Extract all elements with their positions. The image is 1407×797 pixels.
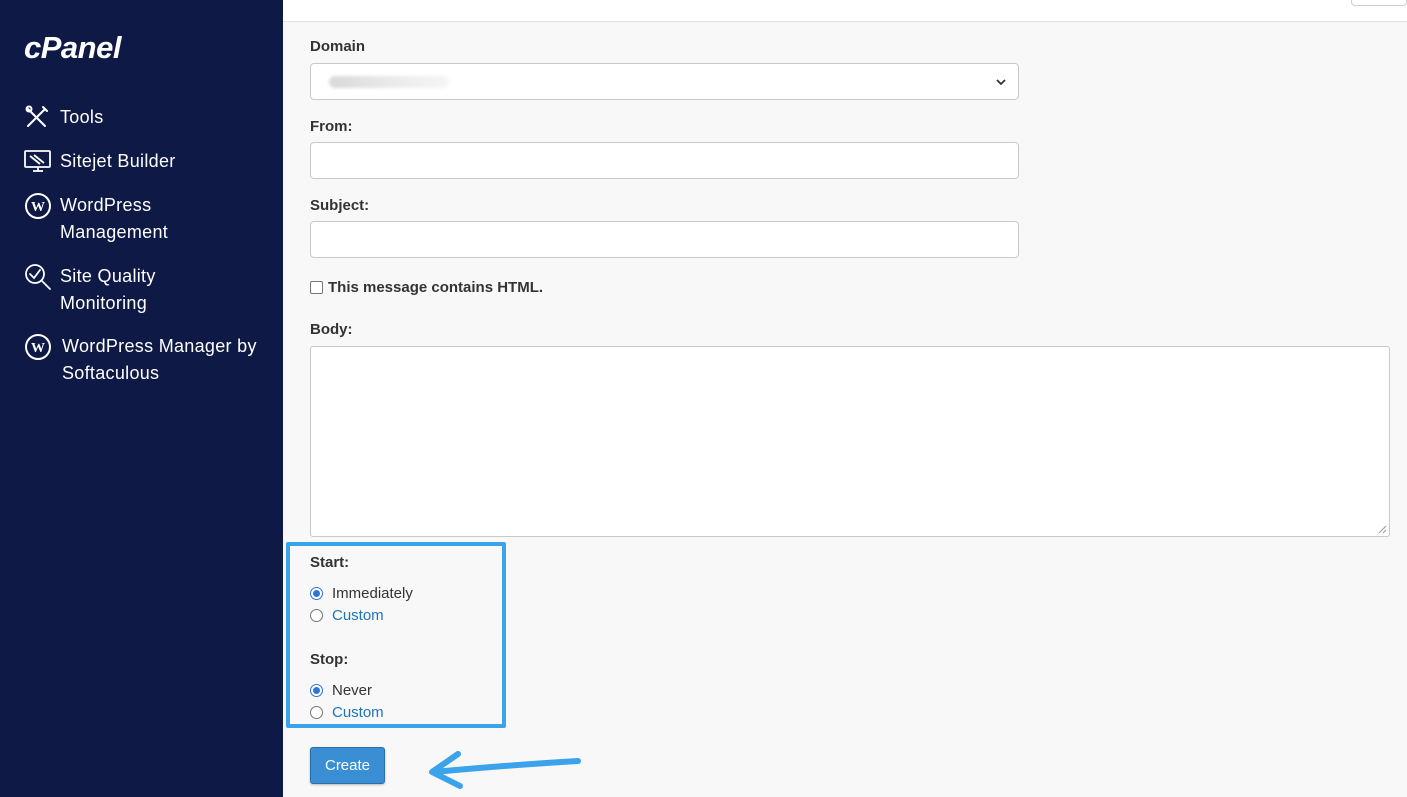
sidebar-item-label: Tools: [60, 107, 104, 127]
body-textarea[interactable]: [310, 346, 1390, 537]
start-custom-label[interactable]: Custom: [332, 607, 384, 624]
start-custom-option[interactable]: Custom: [310, 607, 384, 624]
sidebar-item-site-quality-monitoring[interactable]: Site Quality Monitoring: [24, 263, 190, 317]
cpanel-logo[interactable]: cPanel: [24, 30, 121, 66]
sidebar-item-wordpress-manager-softaculous[interactable]: W WordPress Manager by Softaculous: [24, 333, 262, 387]
sidebar-item-label: Site Quality Monitoring: [60, 266, 156, 313]
start-custom-radio[interactable]: [310, 609, 323, 622]
chevron-down-icon: [996, 78, 1006, 85]
stop-never-label: Never: [332, 682, 373, 699]
svg-text:W: W: [31, 200, 45, 215]
from-input[interactable]: [310, 142, 1019, 179]
subject-input[interactable]: [310, 221, 1019, 258]
start-immediately-option[interactable]: Immediately: [310, 585, 413, 602]
sidebar: cPanel Tools Sitejet Builder W WordPress…: [0, 0, 283, 797]
tools-icon: [24, 104, 52, 132]
top-bar-button[interactable]: [1351, 0, 1407, 6]
sidebar-item-sitejet-builder[interactable]: Sitejet Builder: [24, 148, 176, 176]
top-bar: [283, 0, 1407, 22]
wordpress-icon: W: [24, 192, 52, 220]
domain-label: Domain: [310, 38, 366, 55]
start-immediately-radio[interactable]: [310, 587, 323, 600]
body-label: Body:: [310, 321, 353, 338]
magnify-check-icon: [24, 263, 52, 291]
stop-never-option[interactable]: Never: [310, 682, 372, 699]
start-label: Start:: [310, 554, 350, 571]
resize-handle-icon[interactable]: [1378, 525, 1387, 534]
subject-label: Subject:: [310, 197, 370, 214]
create-button[interactable]: Create: [310, 747, 385, 784]
sidebar-item-label: WordPress Management: [60, 195, 169, 242]
start-immediately-label: Immediately: [332, 585, 413, 602]
monitor-icon: [24, 148, 52, 176]
from-label: From:: [310, 118, 353, 135]
domain-select[interactable]: [310, 63, 1019, 100]
stop-custom-option[interactable]: Custom: [310, 704, 384, 721]
stop-custom-label[interactable]: Custom: [332, 704, 384, 721]
html-checkbox[interactable]: [310, 281, 323, 294]
wordpress-icon: W: [24, 333, 52, 361]
sidebar-item-label: Sitejet Builder: [60, 151, 176, 171]
svg-text:W: W: [31, 341, 45, 356]
sidebar-item-label: WordPress Manager by Softaculous: [62, 336, 257, 383]
sidebar-item-wordpress-management[interactable]: W WordPress Management: [24, 192, 210, 246]
html-checkbox-row[interactable]: This message contains HTML.: [310, 279, 543, 296]
stop-never-radio[interactable]: [310, 684, 323, 697]
stop-label: Stop:: [310, 651, 349, 668]
html-checkbox-label: This message contains HTML.: [328, 279, 544, 296]
sidebar-item-tools[interactable]: Tools: [24, 104, 104, 132]
stop-custom-radio[interactable]: [310, 706, 323, 719]
domain-value: [329, 75, 449, 88]
arrow-annotation-icon: [429, 751, 581, 789]
